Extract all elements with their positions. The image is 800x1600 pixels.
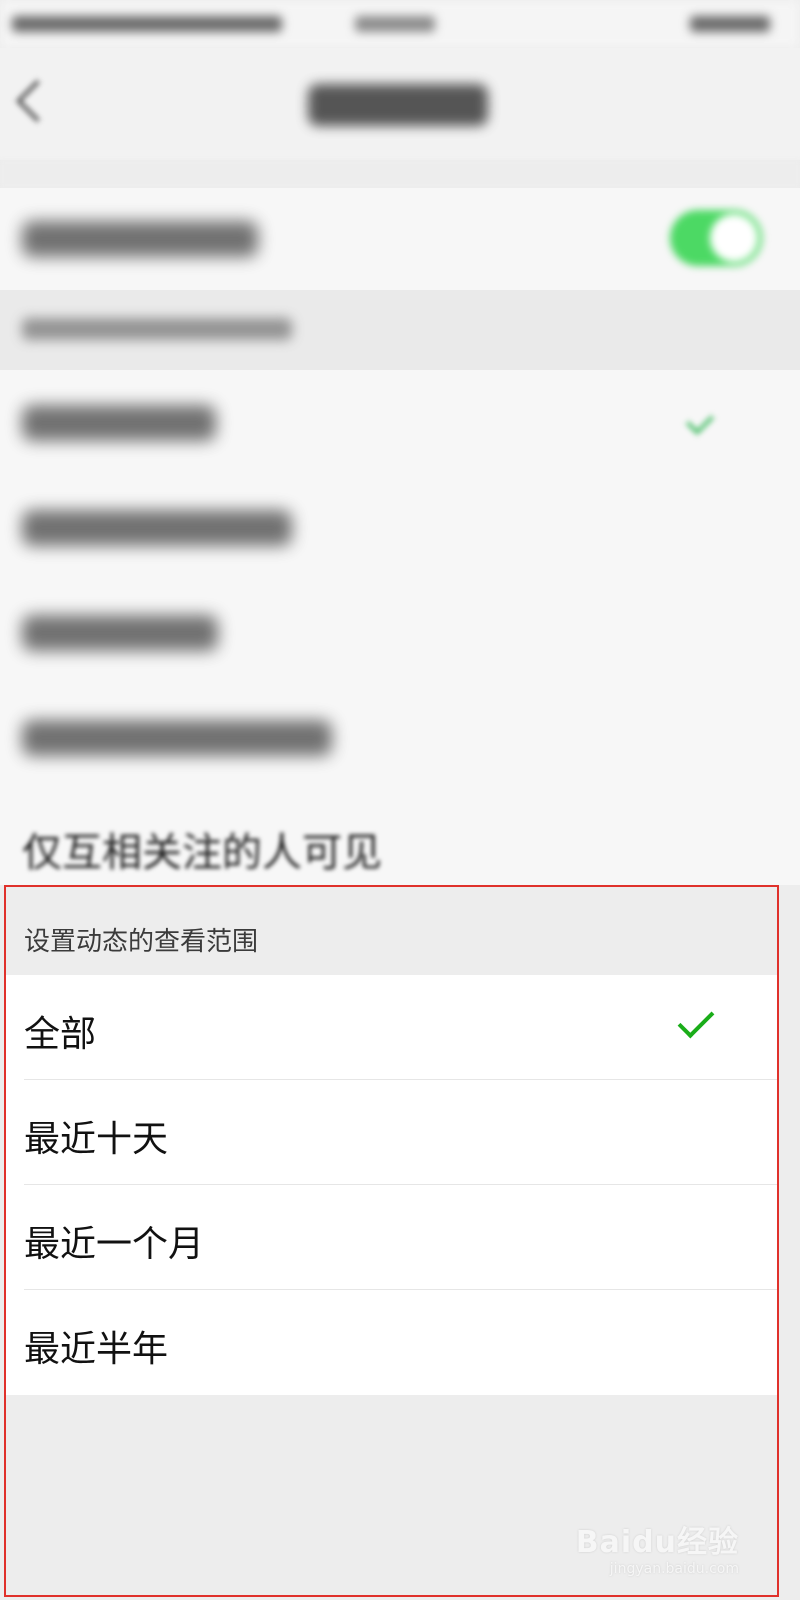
baidu-jingyan-watermark: Baidu经验 jingyan.baidu.com <box>576 1517 739 1577</box>
watermark-brand: Baidu经验 <box>575 1525 739 1560</box>
blurred-row-label <box>22 404 216 441</box>
blurred-section-label <box>22 318 292 340</box>
option-last-ten-days[interactable]: 最近十天 <box>6 1080 777 1185</box>
blurred-option-row[interactable] <box>0 580 800 685</box>
option-label: 最近十天 <box>24 1119 169 1160</box>
toggle-knob <box>710 214 758 262</box>
blurred-option-row[interactable] <box>0 685 800 790</box>
panel-header-label: 设置动态的查看范围 <box>24 927 259 957</box>
option-label: 最近一个月 <box>24 1224 205 1265</box>
blurred-row-label <box>22 614 218 651</box>
option-label: 最近半年 <box>24 1329 169 1370</box>
partial-row-label: 仅互相关注的人可见 <box>22 830 382 876</box>
toggle-switch[interactable] <box>670 210 762 266</box>
status-bar <box>0 0 800 48</box>
blurred-background: 仅互相关注的人可见 <box>0 0 800 885</box>
option-label: 全部 <box>24 1014 97 1055</box>
watermark-url: jingyan.baidu.com <box>609 1561 739 1577</box>
nav-bar <box>0 48 800 160</box>
option-last-month[interactable]: 最近一个月 <box>6 1185 777 1290</box>
status-bar-battery <box>690 16 770 32</box>
view-range-panel: 设置动态的查看范围 全部 最近十天 最近一个月 最近半年 Baidu经验 jin… <box>4 885 779 1597</box>
blurred-row-label <box>22 719 332 756</box>
blurred-row-label <box>22 509 292 546</box>
check-icon <box>685 406 715 435</box>
status-bar-time <box>355 16 435 32</box>
blurred-option-row[interactable]: 仅互相关注的人可见 <box>0 790 800 885</box>
section-gap <box>0 160 800 188</box>
blurred-option-row[interactable] <box>0 370 800 475</box>
blurred-toggle-row[interactable] <box>0 188 800 290</box>
blurred-row-label <box>22 221 258 257</box>
blurred-section-header <box>0 290 800 370</box>
panel-header: 设置动态的查看范围 <box>6 887 777 975</box>
blurred-option-row[interactable] <box>0 475 800 580</box>
nav-title-blurred <box>308 84 488 126</box>
status-bar-carrier <box>12 16 282 32</box>
back-arrow-icon[interactable] <box>15 79 59 123</box>
view-range-options: 全部 最近十天 最近一个月 最近半年 <box>6 975 777 1395</box>
option-last-half-year[interactable]: 最近半年 <box>6 1290 777 1395</box>
checkmark-icon <box>677 1001 715 1039</box>
option-all[interactable]: 全部 <box>6 975 777 1080</box>
